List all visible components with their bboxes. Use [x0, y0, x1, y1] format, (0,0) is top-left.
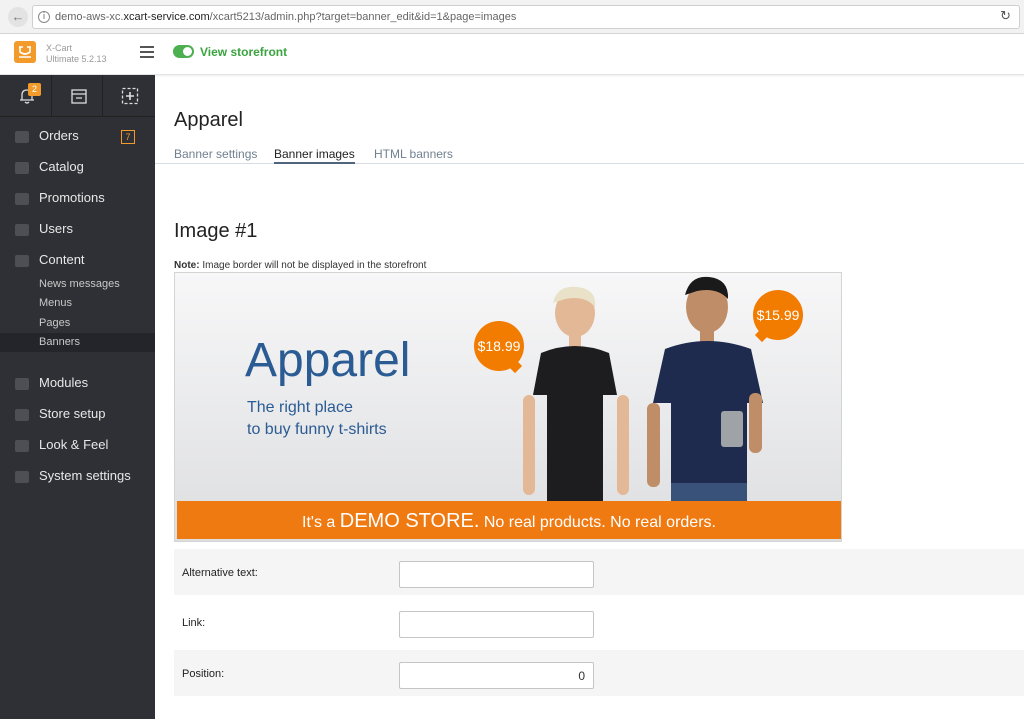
sidebar-item-label: System settings — [39, 468, 131, 483]
sidebar-item-label: Catalog — [39, 159, 84, 174]
price-bubble: $15.99 — [753, 290, 803, 340]
storefront-button[interactable] — [52, 75, 104, 117]
address-bar[interactable]: i demo-aws-xc.xcart-service.com/xcart521… — [32, 5, 1020, 29]
image-section-title: Image #1 — [174, 220, 258, 242]
url-text: demo-aws-xc.xcart-service.com/xcart5213/… — [55, 11, 517, 23]
banner-tagline-line2: to buy funny t-shirts — [247, 421, 387, 438]
info-icon[interactable]: i — [38, 11, 50, 23]
orders-icon — [15, 131, 29, 143]
store-icon — [71, 89, 87, 104]
sidebar-item-system-settings[interactable]: System settings — [0, 464, 155, 492]
brand-name: X-Cart — [46, 43, 73, 53]
alt-text-input[interactable] — [399, 561, 594, 588]
sidebar-item-label: Promotions — [39, 190, 105, 205]
add-icon — [122, 87, 139, 105]
reload-icon[interactable]: ↻ — [1000, 9, 1011, 24]
tag-icon — [15, 162, 29, 174]
orders-count-badge: 7 — [121, 130, 135, 144]
demo-strip-text-c: No real products. No real orders. — [483, 514, 716, 531]
demo-store-strip: It's a DEMO STORE. No real products. No … — [177, 501, 841, 539]
sidebar-item-label: Orders — [39, 128, 79, 143]
sidebar-item-label: Look & Feel — [39, 437, 109, 452]
sidebar-subitem-label: News messages — [39, 278, 120, 290]
sidebar-subitem-news-messages[interactable]: News messages — [0, 275, 155, 294]
link-label: Link: — [182, 617, 206, 629]
users-icon — [15, 224, 29, 236]
content-icon — [15, 255, 29, 267]
back-icon[interactable]: ← — [8, 7, 28, 27]
add-new-button[interactable] — [103, 75, 155, 117]
gear-icon — [15, 471, 29, 483]
alt-text-label: Alternative text: — [182, 567, 258, 579]
sidebar-subitem-pages[interactable]: Pages — [0, 314, 155, 333]
info-icon — [15, 409, 29, 421]
menu-toggle-icon[interactable] — [140, 46, 154, 58]
position-label: Position: — [182, 668, 225, 680]
sidebar-subitem-menus[interactable]: Menus — [0, 294, 155, 313]
banner-tagline-line1: The right place — [247, 399, 353, 416]
model-woman-figure — [523, 286, 629, 503]
tab-banner-settings[interactable]: Banner settings — [174, 147, 257, 161]
sidebar-item-catalog[interactable]: Catalog — [0, 155, 155, 183]
sidebar-subitem-label: Pages — [39, 317, 71, 329]
demo-strip-text-b: DEMO STORE. — [339, 510, 480, 532]
xcart-logo[interactable] — [14, 41, 36, 63]
sidebar-item-orders[interactable]: Orders 7 — [0, 124, 155, 152]
form-row-alt-text: Alternative text: — [174, 549, 1024, 595]
brand-version: Ultimate 5.2.13 — [46, 54, 107, 64]
sidebar-item-modules[interactable]: Modules — [0, 371, 155, 399]
view-storefront-link[interactable]: View storefront — [200, 45, 287, 59]
tab-banner-images[interactable]: Banner images — [274, 147, 355, 164]
storefront-toggle[interactable] — [173, 45, 194, 58]
banner-headline: Apparel — [245, 334, 411, 387]
tab-bar: Banner settings Banner images HTML banne… — [155, 146, 1024, 164]
puzzle-icon — [15, 378, 29, 390]
link-input[interactable] — [399, 611, 594, 638]
gift-icon — [15, 193, 29, 205]
position-input[interactable] — [399, 662, 594, 689]
sidebar-item-store-setup[interactable]: Store setup — [0, 402, 155, 430]
note-label: Note: — [174, 260, 200, 271]
sidebar-subitem-label: Banners — [39, 336, 80, 348]
sidebar-item-label: Modules — [39, 375, 89, 390]
form-row-position: Position: — [174, 650, 1024, 696]
app-header: X-Cart Ultimate 5.2.13 View storefront — [0, 34, 1024, 75]
sidebar-item-promotions[interactable]: Promotions — [0, 186, 155, 214]
sidebar-subitem-label: Menus — [39, 297, 73, 309]
sidebar-item-users[interactable]: Users — [0, 217, 155, 245]
sidebar: 2 Orders 7 Catalog Promotions Users Cont… — [0, 75, 155, 719]
logo-icon — [19, 46, 31, 58]
tab-html-banners[interactable]: HTML banners — [374, 147, 453, 161]
notification-count: 2 — [28, 83, 41, 96]
demo-strip-text-a: It's a — [302, 514, 336, 531]
page-title: Apparel — [174, 109, 243, 131]
sidebar-item-look-feel[interactable]: Look & Feel — [0, 433, 155, 461]
note-text: Image border will not be displayed in th… — [202, 260, 427, 271]
notifications-button[interactable]: 2 — [0, 75, 52, 117]
sidebar-item-content[interactable]: Content — [0, 248, 155, 276]
sidebar-subitem-banners[interactable]: Banners — [0, 333, 155, 352]
price-bubble: $18.99 — [474, 321, 524, 371]
form-row-link: Link: — [174, 599, 1024, 645]
quick-actions: 2 — [0, 75, 155, 117]
browser-toolbar: ← i demo-aws-xc.xcart-service.com/xcart5… — [0, 0, 1024, 34]
sidebar-item-label: Content — [39, 252, 85, 267]
banner-image: Apparel The right place to buy funny t-s… — [174, 272, 842, 542]
image-icon — [15, 440, 29, 452]
sidebar-item-label: Store setup — [39, 406, 106, 421]
sidebar-item-label: Users — [39, 221, 73, 236]
image-note: Note: Image border will not be displayed… — [174, 260, 426, 271]
